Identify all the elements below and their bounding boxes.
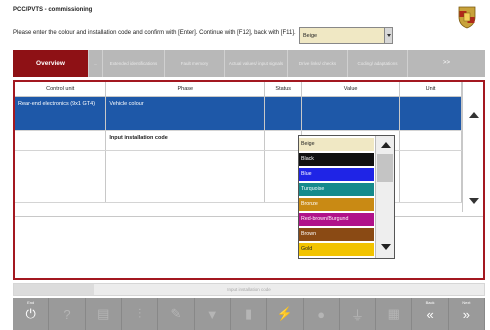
document-button[interactable]: ▦ bbox=[376, 298, 413, 330]
column-header-unit: Unit bbox=[399, 82, 462, 97]
colour-dropdown-list[interactable]: Beige Black Blue Turquoise Bronze Red-brown/B… bbox=[298, 135, 395, 259]
function-toolbar: End ⏻? ▤ ⫶ ✎ ▼ ▮ ⚡ ● ⏚ ▦ Back «Next» bbox=[13, 298, 486, 330]
table-row[interactable]: Rear-end electronics (9x1 GT4) Vehicle c… bbox=[15, 96, 462, 131]
dropdown-option[interactable]: Beige bbox=[299, 138, 374, 151]
column-header-value: Value bbox=[301, 82, 401, 97]
battery-icon: ▮ bbox=[244, 306, 253, 321]
vehicle-colour-select[interactable]: Beige bbox=[299, 27, 393, 44]
cell-control-unit: Rear-end electronics (9x1 GT4) bbox=[15, 96, 107, 131]
tab-drive-links[interactable]: Drive links/ checks bbox=[287, 50, 347, 77]
help-icon: ? bbox=[63, 306, 71, 322]
chart-icon: ⫶ bbox=[137, 306, 142, 321]
chart-button[interactable]: ⫶ bbox=[122, 298, 159, 330]
cell-status bbox=[264, 130, 303, 151]
tab-scroll-right[interactable]: >> bbox=[407, 50, 485, 77]
tab-actual-values[interactable]: Actual values/ input signals bbox=[224, 50, 287, 77]
tab-coding-adaptations[interactable]: Coding/ adaptations bbox=[347, 50, 407, 77]
button-caption: Next bbox=[462, 300, 471, 305]
dropdown-option[interactable]: Turquoise bbox=[299, 183, 374, 196]
power-button[interactable]: End ⏻ bbox=[13, 298, 50, 330]
cell-unit bbox=[399, 96, 462, 131]
cell-status bbox=[264, 96, 303, 131]
instruction-text: Please enter the colour and installation… bbox=[13, 30, 296, 36]
edit-icon: ✎ bbox=[170, 306, 182, 321]
scroll-up-icon[interactable] bbox=[469, 112, 479, 118]
tab-fault-memory[interactable]: Fault memory bbox=[164, 50, 224, 77]
cell-phase: Input installation code bbox=[105, 130, 266, 151]
dropdown-option[interactable]: Red-brown/Burgund bbox=[299, 213, 374, 226]
dropdown-scroll-down-icon[interactable] bbox=[381, 244, 391, 250]
diagnostic-icon: ⚡ bbox=[276, 306, 293, 321]
tab-bar: Overview ... Extended identifications Fa… bbox=[13, 50, 485, 77]
selected-colour-value: Beige bbox=[303, 33, 318, 39]
tab-more[interactable]: ... bbox=[88, 50, 102, 77]
window-title: PCC/PVTS - commissioning bbox=[13, 7, 93, 13]
dropdown-scroll-thumb[interactable] bbox=[377, 154, 393, 182]
button-caption: Back bbox=[425, 300, 435, 305]
column-header-phase: Phase bbox=[105, 82, 266, 97]
dropdown-option[interactable]: Brown bbox=[299, 228, 374, 241]
edit-button[interactable]: ✎ bbox=[158, 298, 195, 330]
cell-phase: Vehicle colour bbox=[105, 96, 266, 131]
record-icon: ● bbox=[317, 306, 326, 322]
dropdown-scroll-up-icon[interactable] bbox=[381, 142, 391, 148]
keyboard-icon: ▤ bbox=[97, 306, 110, 321]
tab-extended-identifications[interactable]: Extended identifications bbox=[102, 50, 164, 77]
cell-control-unit bbox=[15, 130, 107, 151]
back-icon: « bbox=[426, 306, 434, 322]
column-header-status: Status bbox=[264, 82, 303, 97]
tab-overview[interactable]: Overview bbox=[13, 50, 88, 77]
plug-button[interactable]: ⏚ bbox=[340, 298, 377, 330]
status-text: Input installation code bbox=[227, 287, 271, 292]
scroll-down-icon[interactable] bbox=[469, 198, 479, 204]
document-icon: ▦ bbox=[387, 306, 400, 321]
power-icon: ⏻ bbox=[25, 306, 36, 321]
cell-value bbox=[301, 96, 401, 131]
help-button[interactable]: ? bbox=[49, 298, 86, 330]
status-bar: Input installation code bbox=[13, 283, 485, 296]
dropdown-option[interactable]: Blue bbox=[299, 168, 374, 181]
back-button[interactable]: Back « bbox=[412, 298, 449, 330]
record-button[interactable]: ● bbox=[304, 298, 340, 330]
cell-unit bbox=[399, 130, 462, 151]
keyboard-button[interactable]: ▤ bbox=[86, 298, 122, 330]
next-icon: » bbox=[462, 306, 471, 322]
column-header-control-unit: Control unit bbox=[15, 82, 107, 97]
dropdown-option[interactable]: Black bbox=[299, 153, 374, 166]
filter-icon: ▼ bbox=[205, 306, 219, 322]
table-scrollbar[interactable] bbox=[462, 82, 483, 212]
filter-button[interactable]: ▼ bbox=[195, 298, 231, 330]
lower-list-area bbox=[15, 216, 483, 278]
porsche-crest-logo bbox=[458, 6, 476, 29]
dropdown-option[interactable]: Bronze bbox=[299, 198, 374, 211]
battery-button[interactable]: ▮ bbox=[231, 298, 268, 330]
next-button[interactable]: Next» bbox=[449, 298, 486, 330]
chevron-down-icon[interactable] bbox=[384, 28, 392, 43]
diagnostic-button[interactable]: ⚡ bbox=[267, 298, 304, 330]
dropdown-option[interactable]: Gold bbox=[299, 243, 374, 256]
plug-icon: ⏚ bbox=[350, 307, 364, 323]
dropdown-scrollbar[interactable] bbox=[375, 136, 394, 258]
button-caption: End bbox=[27, 300, 35, 305]
